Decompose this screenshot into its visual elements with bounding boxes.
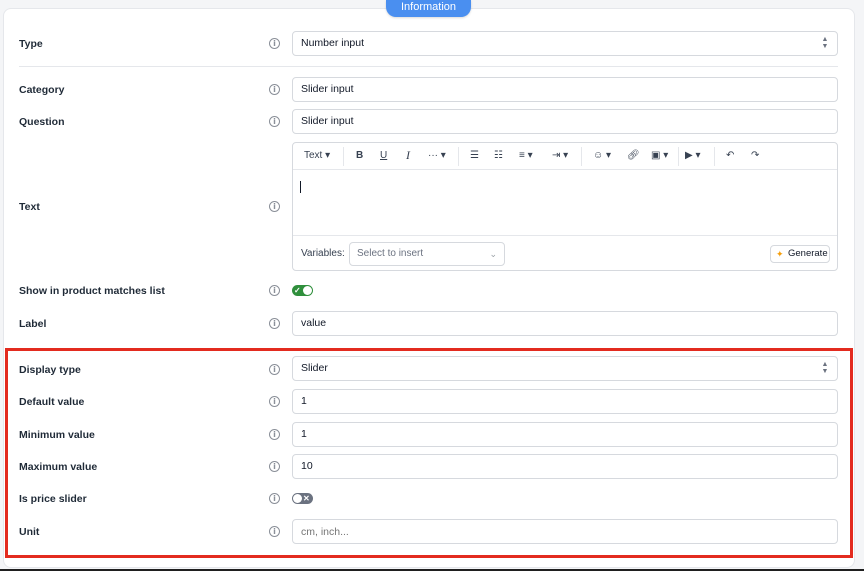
minimum-value-input[interactable]: 1: [292, 422, 838, 447]
tab-information[interactable]: Information: [386, 0, 471, 17]
display-type-label: Display type: [19, 364, 81, 376]
info-icon[interactable]: i: [269, 461, 280, 472]
italic-icon[interactable]: I: [406, 149, 410, 161]
info-icon[interactable]: i: [269, 84, 280, 95]
minimum-value-label: Minimum value: [19, 429, 95, 441]
underline-icon[interactable]: U: [380, 150, 387, 162]
divider: [19, 66, 838, 67]
video-icon[interactable]: ▶ ▾: [685, 150, 701, 162]
display-type-value: Slider: [301, 362, 328, 374]
text-style-label: Text: [304, 150, 323, 161]
text-cursor: [300, 181, 301, 193]
question-label: Question: [19, 116, 65, 128]
category-input[interactable]: Slider input: [292, 77, 838, 102]
is-price-slider-toggle[interactable]: ✕: [292, 493, 313, 504]
align-icon[interactable]: ≡ ▾: [519, 150, 533, 162]
undo-icon[interactable]: ↶: [726, 150, 734, 162]
info-icon[interactable]: i: [269, 116, 280, 127]
label-label: Label: [19, 318, 47, 330]
maximum-value-label: Maximum value: [19, 461, 98, 473]
variables-placeholder: Select to insert: [357, 248, 424, 259]
type-select[interactable]: Number input ▲ ▼: [292, 31, 838, 56]
editor-footer: Variables: Select to insert ⌄ ✦ Generate: [293, 235, 837, 271]
x-icon: ✕: [303, 494, 310, 503]
toggle-knob: [293, 494, 302, 503]
text-label: Text: [19, 201, 40, 213]
info-icon[interactable]: i: [269, 429, 280, 440]
info-icon[interactable]: i: [269, 201, 280, 212]
bullet-list-icon[interactable]: ☰: [470, 150, 479, 162]
sparkle-icon: ✦: [776, 249, 784, 259]
is-price-slider-label: Is price slider: [19, 493, 87, 505]
emoji-icon[interactable]: ☺ ▾: [593, 150, 611, 162]
variables-select[interactable]: Select to insert ⌄: [349, 242, 505, 266]
chevron-updown-icon: ▲ ▼: [821, 36, 829, 50]
generate-label: Generate: [788, 248, 828, 259]
label-input[interactable]: value: [292, 311, 838, 336]
show-in-matches-label: Show in product matches list: [19, 285, 165, 297]
toolbar-separator: [714, 147, 715, 166]
info-icon[interactable]: i: [269, 526, 280, 537]
numbered-list-icon[interactable]: ☷: [494, 150, 503, 162]
chevron-down-icon: ⌄: [489, 249, 497, 259]
info-icon[interactable]: i: [269, 364, 280, 375]
maximum-value-input[interactable]: 10: [292, 454, 838, 479]
redo-icon[interactable]: ↷: [751, 150, 759, 162]
info-icon[interactable]: i: [269, 318, 280, 329]
toolbar-separator: [458, 147, 459, 166]
unit-input[interactable]: [292, 519, 838, 544]
info-icon[interactable]: i: [269, 493, 280, 504]
info-icon[interactable]: i: [269, 396, 280, 407]
info-icon[interactable]: i: [269, 38, 280, 49]
variables-label: Variables:: [301, 248, 345, 259]
question-input[interactable]: Slider input: [292, 109, 838, 134]
default-value-input[interactable]: 1: [292, 389, 838, 414]
indent-icon[interactable]: ⇥ ▾: [552, 150, 568, 162]
show-in-matches-toggle[interactable]: ✓: [292, 285, 313, 296]
rich-text-editor[interactable]: Text ▾ B U I ··· ▾ ☰ ☷ ≡ ▾ ⇥ ▾ ☺ ▾ 🔗︎ ▣ …: [292, 142, 838, 271]
toolbar-separator: [343, 147, 344, 166]
editor-toolbar: Text ▾ B U I ··· ▾ ☰ ☷ ≡ ▾ ⇥ ▾ ☺ ▾ 🔗︎ ▣ …: [293, 143, 837, 170]
generate-button[interactable]: ✦ Generate: [770, 245, 830, 263]
check-icon: ✓: [294, 286, 301, 295]
link-icon[interactable]: 🔗︎: [627, 150, 640, 162]
toggle-knob: [303, 286, 312, 295]
default-value-label: Default value: [19, 396, 85, 408]
image-icon[interactable]: ▣ ▾: [651, 150, 668, 162]
bold-icon[interactable]: B: [356, 150, 363, 162]
display-type-select[interactable]: Slider ▲ ▼: [292, 356, 838, 381]
toolbar-separator: [678, 147, 679, 166]
text-style-dropdown[interactable]: Text ▾: [304, 150, 330, 162]
info-icon[interactable]: i: [269, 285, 280, 296]
unit-label: Unit: [19, 526, 40, 538]
more-formatting-icon[interactable]: ··· ▾: [428, 150, 446, 162]
toolbar-separator: [581, 147, 582, 166]
chevron-updown-icon: ▲ ▼: [821, 361, 829, 375]
type-label: Type: [19, 38, 43, 50]
category-label: Category: [19, 84, 65, 96]
type-select-value: Number input: [301, 37, 365, 49]
